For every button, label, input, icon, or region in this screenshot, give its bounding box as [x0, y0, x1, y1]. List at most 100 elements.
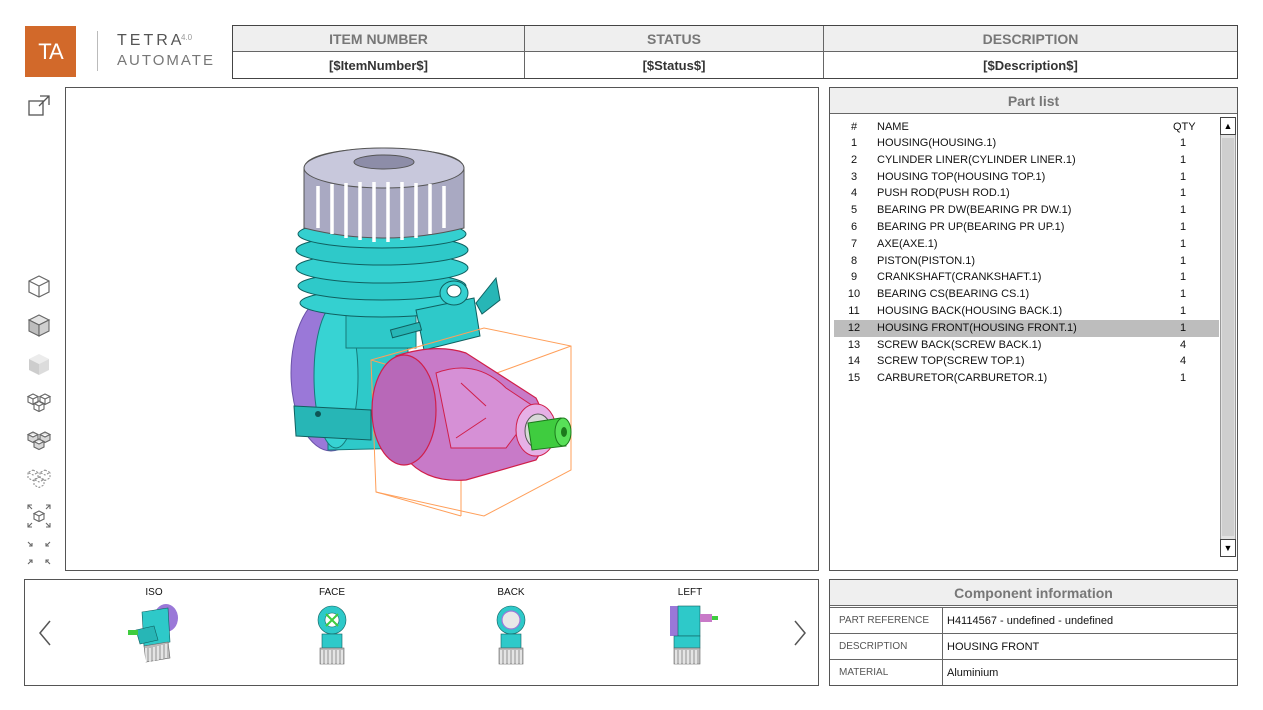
shaded-cube-icon[interactable] — [26, 312, 52, 338]
component-info-title: Component information — [830, 580, 1237, 606]
info-value: Aluminium — [947, 666, 999, 679]
part-num-cell: 11 — [848, 304, 860, 317]
brand-version: 4.0 — [181, 33, 193, 42]
part-list-row[interactable]: 7 AXE(AXE.1) 1 — [834, 236, 1219, 253]
part-list-row[interactable]: 3 HOUSING TOP(HOUSING TOP.1) 1 — [834, 169, 1219, 186]
part-name-cell: HOUSING FRONT(HOUSING FRONT.1) — [877, 321, 1077, 334]
part-list-row[interactable]: 5 BEARING PR DW(BEARING PR DW.1) 1 — [834, 202, 1219, 219]
wireframe-cube-icon[interactable] — [26, 273, 52, 299]
part-num-cell: 8 — [850, 254, 858, 267]
part-qty-cell: 4 — [1179, 338, 1187, 351]
part-num-cell: 15 — [847, 372, 861, 385]
part-qty-cell: 1 — [1179, 271, 1187, 284]
info-row-part-reference: PART REFERENCE H4114567 - undefined - un… — [830, 607, 1237, 633]
part-qty-cell: 1 — [1179, 237, 1187, 250]
status-header: STATUS — [525, 26, 824, 52]
part-list-row[interactable]: 6 BEARING PR UP(BEARING PR UP.1) 1 — [834, 219, 1219, 236]
view-thumbnail-face[interactable]: FACE — [287, 580, 377, 684]
3d-viewer[interactable] — [65, 87, 819, 571]
part-name-cell: PUSH ROD(PUSH ROD.1) — [877, 187, 1010, 200]
face-view-icon — [317, 605, 347, 665]
part-list-row[interactable]: 14 SCREW TOP(SCREW TOP.1) 4 — [834, 353, 1219, 370]
part-num-cell: 6 — [850, 220, 858, 233]
status-value: [$Status$] — [525, 52, 824, 78]
part-num-cell: 2 — [850, 153, 858, 166]
item-header-table: ITEM NUMBER STATUS DESCRIPTION [$ItemNum… — [232, 25, 1238, 79]
part-name-cell: SCREW TOP(SCREW TOP.1) — [877, 355, 1025, 368]
part-num-cell: 1 — [850, 137, 858, 149]
scroll-up-button[interactable]: ▲ — [1220, 117, 1236, 135]
chevron-right-icon[interactable] — [790, 618, 810, 648]
part-name-cell: HOUSING BACK(HOUSING BACK.1) — [877, 304, 1063, 317]
logo-divider — [97, 31, 98, 71]
iso-view-icon — [128, 604, 178, 663]
info-row-material: MATERIAL Aluminium — [830, 659, 1237, 685]
part-name-cell: HOUSING TOP(HOUSING TOP.1) — [877, 170, 1046, 183]
part-qty-cell: 1 — [1179, 254, 1187, 267]
part-name-cell: BEARING PR UP(BEARING PR UP.1) — [877, 220, 1065, 233]
part-list-row[interactable]: 13 SCREW BACK(SCREW BACK.1) 4 — [834, 337, 1219, 354]
part-list-panel: Part list # NAME QTY 1 HOUSING(HOUSING.1)… — [829, 87, 1238, 571]
view-thumbnail-iso[interactable]: ISO — [109, 580, 199, 684]
fit-all-icon[interactable] — [26, 503, 52, 529]
hidden-lines-icon[interactable] — [26, 465, 52, 491]
view-thumbnails: ISO FACE BACK LEFT — [24, 579, 819, 686]
collapse-icon[interactable] — [26, 540, 52, 566]
item-number-header: ITEM NUMBER — [233, 26, 525, 52]
chevron-left-icon[interactable] — [35, 618, 55, 648]
part-num-cell: 13 — [847, 338, 861, 351]
part-list-row[interactable]: 4 PUSH ROD(PUSH ROD.1) 1 — [834, 185, 1219, 202]
info-key: MATERIAL — [830, 660, 943, 685]
part-name-cell: CARBURETOR(CARBURETOR.1) — [877, 372, 1048, 385]
part-list-row[interactable]: 1 HOUSING(HOUSING.1) 1 — [834, 135, 1219, 152]
part-qty-cell: 1 — [1179, 220, 1187, 233]
part-num-cell: 5 — [850, 204, 858, 217]
part-name-cell: PISTON(PISTON.1) — [877, 254, 976, 267]
view-thumbnail-left[interactable]: LEFT — [645, 580, 735, 684]
exploded-outline-icon[interactable] — [26, 427, 52, 453]
thumbnail-label: ISO — [145, 587, 163, 598]
part-qty-cell: 1 — [1179, 304, 1187, 317]
part-list-row[interactable]: 8 PISTON(PISTON.1) 1 — [834, 253, 1219, 270]
part-num-cell: 9 — [850, 271, 858, 284]
back-view-icon — [496, 605, 526, 665]
info-value: H4114567 - undefined - undefined — [947, 614, 1114, 627]
info-row-description: DESCRIPTION HOUSING FRONT — [830, 633, 1237, 659]
part-list-title: Part list — [830, 88, 1237, 114]
part-list-rows: 1 HOUSING(HOUSING.1) 1 2 CYLINDER LINER(CYLI… — [834, 135, 1219, 387]
col-number-header: # — [850, 121, 858, 133]
part-qty-cell: 4 — [1179, 355, 1187, 368]
explode-view-icon[interactable] — [26, 389, 52, 415]
brand-subname: AUTOMATE — [117, 52, 215, 69]
part-list-row[interactable]: 10 BEARING CS(BEARING CS.1) 1 — [834, 286, 1219, 303]
part-name-cell: BEARING CS(BEARING CS.1) — [877, 288, 1030, 301]
part-num-cell: 4 — [850, 187, 858, 200]
part-num-cell: 7 — [850, 237, 858, 250]
thumbnail-label: FACE — [318, 587, 346, 598]
part-qty-cell: 1 — [1179, 204, 1187, 217]
part-list-scrollbar[interactable]: ▲ ▼ — [1220, 117, 1236, 557]
scroll-thumb[interactable] — [1222, 138, 1234, 536]
part-name-cell: SCREW BACK(SCREW BACK.1) — [877, 338, 1042, 351]
item-number-value: [$ItemNumber$] — [233, 52, 525, 78]
part-list-row[interactable]: 9 CRANKSHAFT(CRANKSHAFT.1) 1 — [834, 269, 1219, 286]
info-value: HOUSING FRONT — [947, 640, 1040, 653]
part-name-cell: BEARING PR DW(BEARING PR DW.1) — [877, 204, 1072, 217]
part-list-row[interactable]: 2 CYLINDER LINER(CYLINDER LINER.1) 1 — [834, 152, 1219, 169]
part-qty-cell: 1 — [1179, 321, 1187, 334]
part-qty-cell: 1 — [1179, 170, 1187, 183]
part-list-row[interactable]: 15 CARBURETOR(CARBURETOR.1) 1 — [834, 370, 1219, 387]
solid-cube-icon[interactable] — [26, 351, 52, 377]
view-thumbnail-back[interactable]: BACK — [466, 580, 556, 684]
col-qty-header: QTY — [1173, 121, 1196, 133]
engine-model-render — [290, 147, 572, 517]
scroll-down-button[interactable]: ▼ — [1220, 539, 1236, 557]
part-qty-cell: 1 — [1179, 153, 1187, 166]
part-list-row[interactable]: 12 HOUSING FRONT(HOUSING FRONT.1) 1 — [834, 319, 1219, 337]
component-info-panel: Component information PART REFERENCE H41… — [829, 579, 1238, 686]
part-name-cell: HOUSING(HOUSING.1) — [877, 137, 997, 149]
open-external-icon[interactable] — [26, 93, 52, 119]
brand-logo-mark: TA — [25, 26, 76, 77]
part-list-row[interactable]: 11 HOUSING BACK(HOUSING BACK.1) 1 — [834, 303, 1219, 320]
left-view-icon — [670, 605, 718, 665]
